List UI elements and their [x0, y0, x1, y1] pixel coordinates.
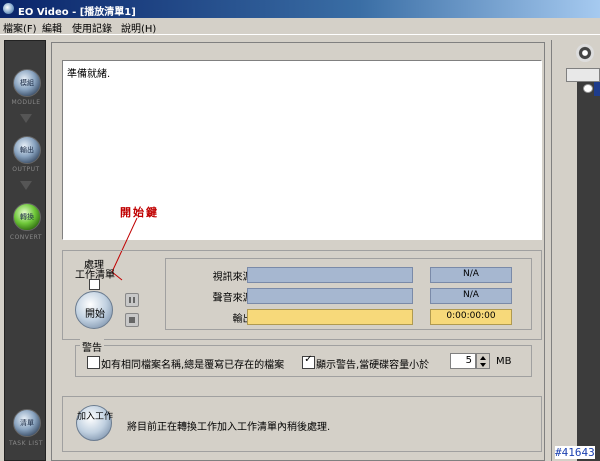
- spin-down-icon[interactable]: [480, 363, 486, 367]
- pause-icon: [129, 297, 135, 303]
- output-glyph: 輸出: [20, 146, 34, 154]
- video-source-label: 視訊來源:: [212, 272, 256, 283]
- spin-up-icon[interactable]: [480, 356, 486, 360]
- video-source-bar: [247, 267, 413, 283]
- queue-checkbox[interactable]: [89, 279, 100, 290]
- warning-label: 警告: [80, 339, 104, 354]
- convert-label: CONVERT: [9, 234, 43, 241]
- add-button-label: 加入工作: [77, 412, 114, 422]
- stop-icon: [129, 317, 135, 323]
- audio-source-bar: [247, 288, 413, 304]
- app-icon: [3, 3, 14, 14]
- start-button[interactable]: 開始: [75, 291, 113, 329]
- menu-history[interactable]: 使用記錄: [72, 20, 112, 35]
- disk-space-spinner[interactable]: [476, 353, 490, 369]
- module-label: MODULE: [11, 99, 41, 106]
- output-label: OUTPUT: [12, 166, 40, 173]
- menu-help[interactable]: 說明(H): [121, 20, 156, 35]
- info-box: 視訊來源: N/A 聲音來源: N/A 輸出: 0:00:00:00: [165, 258, 532, 330]
- disk-warning-label: 顯示警告,當硬碟容量小於: [316, 360, 430, 371]
- start-button-label: 開始: [85, 309, 105, 320]
- menu-edit[interactable]: 編輯: [42, 20, 62, 35]
- task-list-button[interactable]: 清單: [13, 409, 41, 437]
- visibility-icon[interactable]: [583, 84, 593, 93]
- video-source-value: N/A: [430, 267, 512, 283]
- disk-space-input[interactable]: 5: [450, 353, 476, 369]
- output-label: 輸出:: [232, 314, 256, 325]
- disk-unit-label: MB: [496, 356, 512, 367]
- output-button[interactable]: 輸出: [13, 136, 41, 164]
- right-list-header[interactable]: [566, 68, 600, 82]
- down-arrow-icon: [20, 181, 32, 190]
- stop-button[interactable]: [125, 313, 139, 327]
- task-list-label: TASK LIST: [8, 440, 44, 447]
- task-list-glyph: 清單: [20, 419, 34, 427]
- down-arrow-icon: [20, 114, 32, 123]
- add-to-queue-button[interactable]: 加入工作: [76, 405, 114, 441]
- audio-source-value: N/A: [430, 288, 512, 304]
- check-icon: ✓: [304, 354, 313, 365]
- window-title: EO Video - [播放清單1]: [18, 7, 136, 18]
- eye-icon[interactable]: [576, 44, 594, 62]
- menu-bar: 檔案(F) 編輯 使用記錄 說明(H): [0, 18, 600, 35]
- overwrite-checkbox[interactable]: [87, 356, 100, 369]
- output-bar: [247, 309, 413, 325]
- convert-button[interactable]: 轉換: [13, 203, 41, 231]
- watermark-id: #41643: [555, 446, 595, 459]
- output-time-value: 0:00:00:00: [430, 309, 512, 325]
- overwrite-label: 如有相同檔案名稱,總是覆寫已存在的檔案: [101, 360, 285, 371]
- module-glyph: 模組: [20, 79, 34, 87]
- right-list[interactable]: [577, 82, 600, 461]
- add-description: 將目前正在轉換工作加入工作清單內稍後處理.: [127, 422, 331, 433]
- left-rail: 模組 MODULE 輸出 OUTPUT 轉換 CONVERT 清單 TASK L…: [4, 40, 46, 461]
- log-text: 準備就緒.: [67, 69, 111, 80]
- pause-button[interactable]: [125, 293, 139, 307]
- menu-file[interactable]: 檔案(F): [3, 20, 37, 35]
- disk-warning-checkbox[interactable]: ✓: [302, 354, 315, 369]
- audio-source-label: 聲音來源:: [212, 293, 256, 304]
- convert-glyph: 轉換: [20, 213, 34, 221]
- title-bar[interactable]: EO Video - [播放清單1]: [0, 0, 600, 18]
- right-list-selected-item[interactable]: [594, 82, 600, 96]
- module-button[interactable]: 模組: [13, 69, 41, 97]
